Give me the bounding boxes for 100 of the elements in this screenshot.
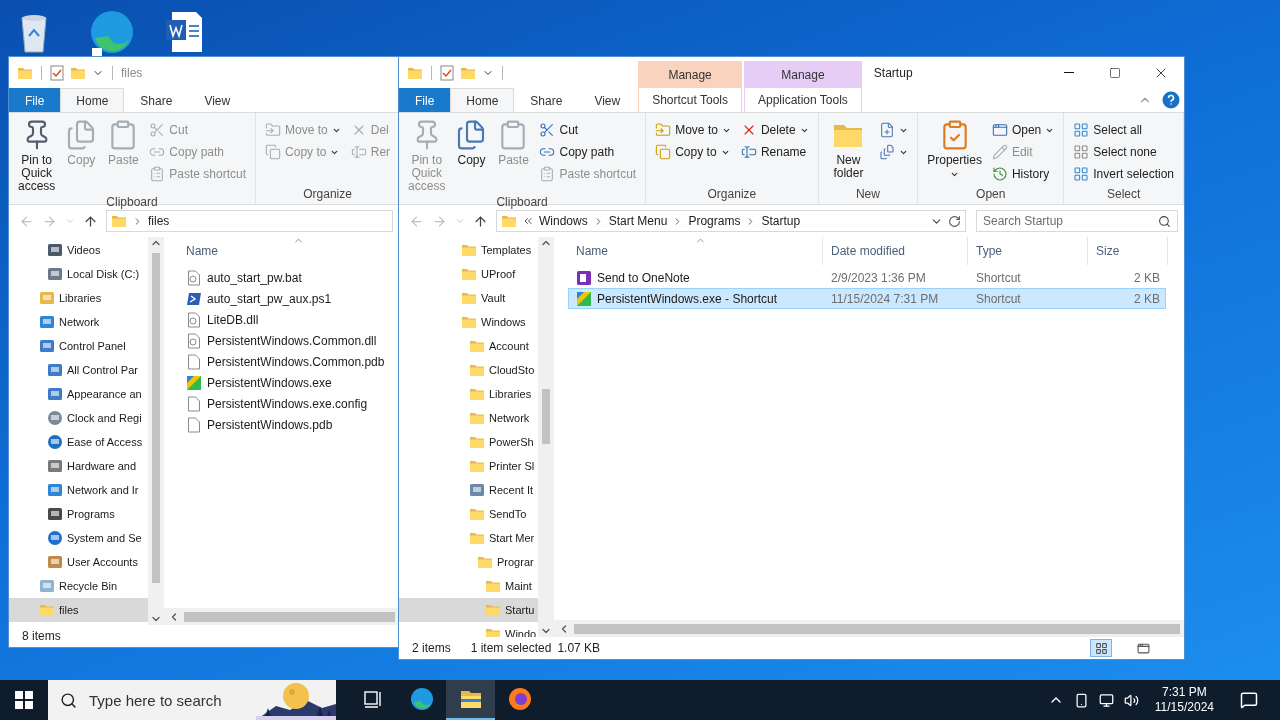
ribbon-button[interactable]: Open [988,119,1058,141]
file-row[interactable]: PersistentWindows.pdb [178,414,399,435]
nav-item[interactable]: UProof [399,262,538,286]
nav-item[interactable]: SendTo [399,502,538,526]
file-row[interactable]: Send to OneNote 2/9/2023 1:36 PM Shortcut 2 KB [568,267,1166,288]
ribbon-button[interactable]: Cut [536,119,640,141]
nav-item[interactable]: Libraries [399,382,538,406]
nav-item[interactable]: Printer Sl [399,454,538,478]
ribbon-button[interactable]: Invert selection [1070,163,1177,185]
ribbon-button[interactable]: New folder [824,117,873,187]
breadcrumb[interactable]: Start Menu [608,214,668,228]
ribbon-tab[interactable]: Home [450,88,515,112]
status-text: 1 item selected [470,641,552,655]
ribbon-button[interactable]: Copy to [652,141,734,163]
nav-item[interactable]: Start Mer [399,526,538,550]
view-button[interactable] [1090,639,1112,657]
nav-item[interactable]: All Control Par [9,358,148,382]
nav-item[interactable]: CloudSto [399,358,538,382]
ribbon-button[interactable]: Select all [1070,119,1177,141]
nav-item[interactable]: Local Disk (C:) [9,262,148,286]
file-row[interactable]: PersistentWindows.exe.config [178,393,399,414]
nav-item[interactable]: Programs [9,502,148,526]
nav-item[interactable]: User Accounts [9,550,148,574]
caret-icon [950,170,960,179]
nav-item[interactable]: Account [399,334,538,358]
nav-item[interactable]: Appearance an [9,382,148,406]
ribbon-button[interactable]: Pin to Quick access [15,117,59,195]
nav-item[interactable]: Vault [399,286,538,310]
file-row[interactable]: LiteDB.dll [178,309,399,330]
group-label: New [854,187,881,203]
device-icon[interactable] [1073,692,1089,708]
nav-item[interactable]: Network and Ir [9,478,148,502]
new-item-icon [879,122,896,138]
scrollbar[interactable] [554,620,1184,637]
column-header[interactable]: Size [1088,237,1168,265]
ribbon-button[interactable]: Copy path [536,141,640,163]
breadcrumb[interactable]: Windows [539,214,588,228]
nav-item[interactable]: Control Panel [9,334,148,358]
address-bar[interactable]: Windows Start Menu Programs Startup [496,210,966,232]
notifications-icon[interactable] [1240,691,1258,709]
breadcrumb[interactable]: Startup [761,214,801,228]
ribbon-button[interactable]: Rename [737,141,812,163]
column-header[interactable]: Name [568,237,823,265]
file-row[interactable]: PersistentWindows.exe [178,372,399,393]
nav-item[interactable]: files [9,598,148,622]
up-icon[interactable] [83,213,98,229]
scrollbar[interactable] [148,237,164,625]
ribbon-button[interactable]: Move to [652,119,734,141]
volume-icon[interactable] [1123,692,1139,708]
column-header[interactable]: Type [968,237,1088,265]
table-cell-text: 2 KB [1133,291,1161,306]
nav-item[interactable]: Maint [399,574,538,598]
breadcrumb[interactable]: files [148,214,170,228]
refresh-icon[interactable] [948,214,961,228]
nav-item[interactable]: Hardware and [9,454,148,478]
nav-item[interactable]: System and Se [9,526,148,550]
nav-item[interactable]: Ease of Access [9,430,148,454]
nav-item[interactable]: Startu [399,598,538,622]
file-row[interactable]: PersistentWindows.Common.pdb [178,351,399,372]
ribbon-tab[interactable]: Shortcut Tools [638,88,742,112]
taskbar-app[interactable] [446,680,495,720]
status-text: 1.07 KB [557,641,601,655]
clock[interactable]: 7:31 PM 11/15/2024 [1148,685,1220,715]
help-icon[interactable] [1162,91,1180,109]
scroll-thumb[interactable] [542,389,550,444]
file-row[interactable]: PersistentWindows.Common.dll [178,330,399,351]
scrollbar[interactable] [538,237,554,637]
ribbon-button[interactable]: History [988,163,1058,185]
search-field[interactable]: Type here to search [48,680,336,720]
nav-item[interactable]: Videos [9,238,148,262]
scrollbar[interactable] [164,608,399,625]
ribbon-button[interactable]: Delete [737,119,812,141]
nav-item[interactable]: Libraries [9,286,148,310]
file-row[interactable]: auto_start_pw.bat [178,267,399,288]
nav-item[interactable]: Windows [399,310,538,334]
nav-item[interactable]: Recycle Bin [9,574,148,598]
ribbon-button[interactable]: Select none [1070,141,1177,163]
file-row[interactable]: auto_start_pw_aux.ps1 [178,288,399,309]
nav-item[interactable]: Clock and Regi [9,406,148,430]
ribbon-tab[interactable]: Application Tools [744,88,862,112]
ribbon-tab[interactable]: File [9,88,61,112]
nav-item[interactable]: Recent It [399,478,538,502]
breadcrumb[interactable]: Programs [688,214,741,228]
nav-item[interactable]: PowerSh [399,430,538,454]
up-icon[interactable] [473,213,488,229]
nav-item[interactable]: Network [399,406,538,430]
table-cell-text: 2/9/2023 1:36 PM [830,270,927,285]
ribbon-button[interactable]: Copy [452,117,491,195]
column-header[interactable]: Date modified [823,237,968,265]
nav-item[interactable]: Templates [399,238,538,262]
scroll-thumb[interactable] [152,253,160,583]
ribbon-tab[interactable]: Home [60,88,125,112]
address-bar[interactable]: files [106,210,393,232]
nav-item[interactable]: Network [9,310,148,334]
column-header[interactable]: Name [178,237,399,265]
ribbon-tab[interactable]: File [399,88,451,112]
nav-item[interactable]: Prograr [399,550,538,574]
file-row[interactable]: PersistentWindows.exe - Shortcut 11/15/2024 7:31 PM Shortcut 2 KB [568,288,1166,309]
search-field[interactable]: Search Startup [976,210,1178,232]
ribbon-button[interactable]: Properties [924,117,985,187]
